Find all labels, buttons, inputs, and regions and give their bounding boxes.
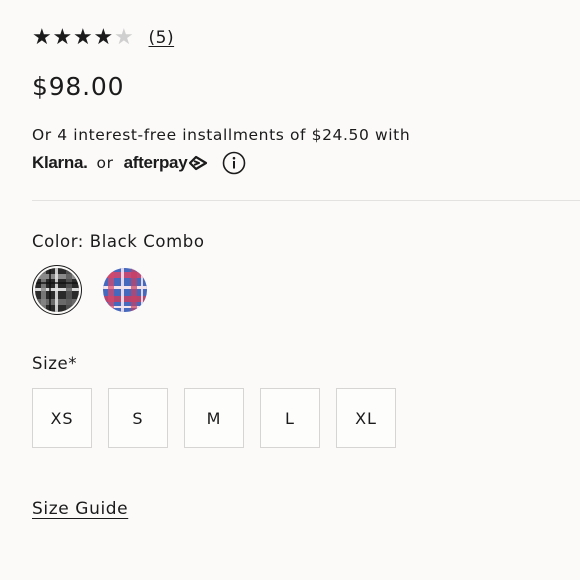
installments-text: Or 4 interest-free installments of $24.5… <box>32 126 411 144</box>
size-label: Size* <box>32 354 78 373</box>
star-filled-icon: ★ <box>32 25 52 50</box>
size-option-xs[interactable]: XS <box>32 388 92 448</box>
star-filled-icon: ★ <box>93 25 114 50</box>
size-guide-link[interactable]: Size Guide <box>32 499 128 519</box>
star-filled-icon: ★ <box>52 25 73 50</box>
size-option-l[interactable]: L <box>260 388 320 448</box>
review-count-link[interactable]: (5) <box>149 28 175 48</box>
size-option-s[interactable]: S <box>108 388 168 448</box>
color-swatch-black-combo[interactable] <box>32 265 82 315</box>
or-text: or <box>96 154 114 172</box>
rating-row: ★ ★ ★ ★ ★ (5) <box>32 26 174 50</box>
star-empty-icon: ★ <box>114 25 134 50</box>
afterpay-logo: afterpay <box>123 153 188 172</box>
size-option-m[interactable]: M <box>184 388 244 448</box>
star-filled-icon: ★ <box>73 25 93 50</box>
size-options: XS S M L XL <box>32 388 396 448</box>
payment-options: Klarna. or afterpay <box>32 150 246 176</box>
divider <box>32 200 580 201</box>
color-swatch-blue-pink-plaid[interactable] <box>100 265 150 315</box>
product-price: $98.00 <box>32 72 125 101</box>
klarna-logo: Klarna. <box>32 153 88 172</box>
color-swatches <box>32 265 150 315</box>
info-circle-icon[interactable] <box>222 151 246 175</box>
star-rating: ★ ★ ★ ★ ★ <box>32 27 135 49</box>
color-label: Color: Black Combo <box>32 232 205 251</box>
size-option-xl[interactable]: XL <box>336 388 396 448</box>
afterpay-arrows-icon <box>188 155 208 171</box>
